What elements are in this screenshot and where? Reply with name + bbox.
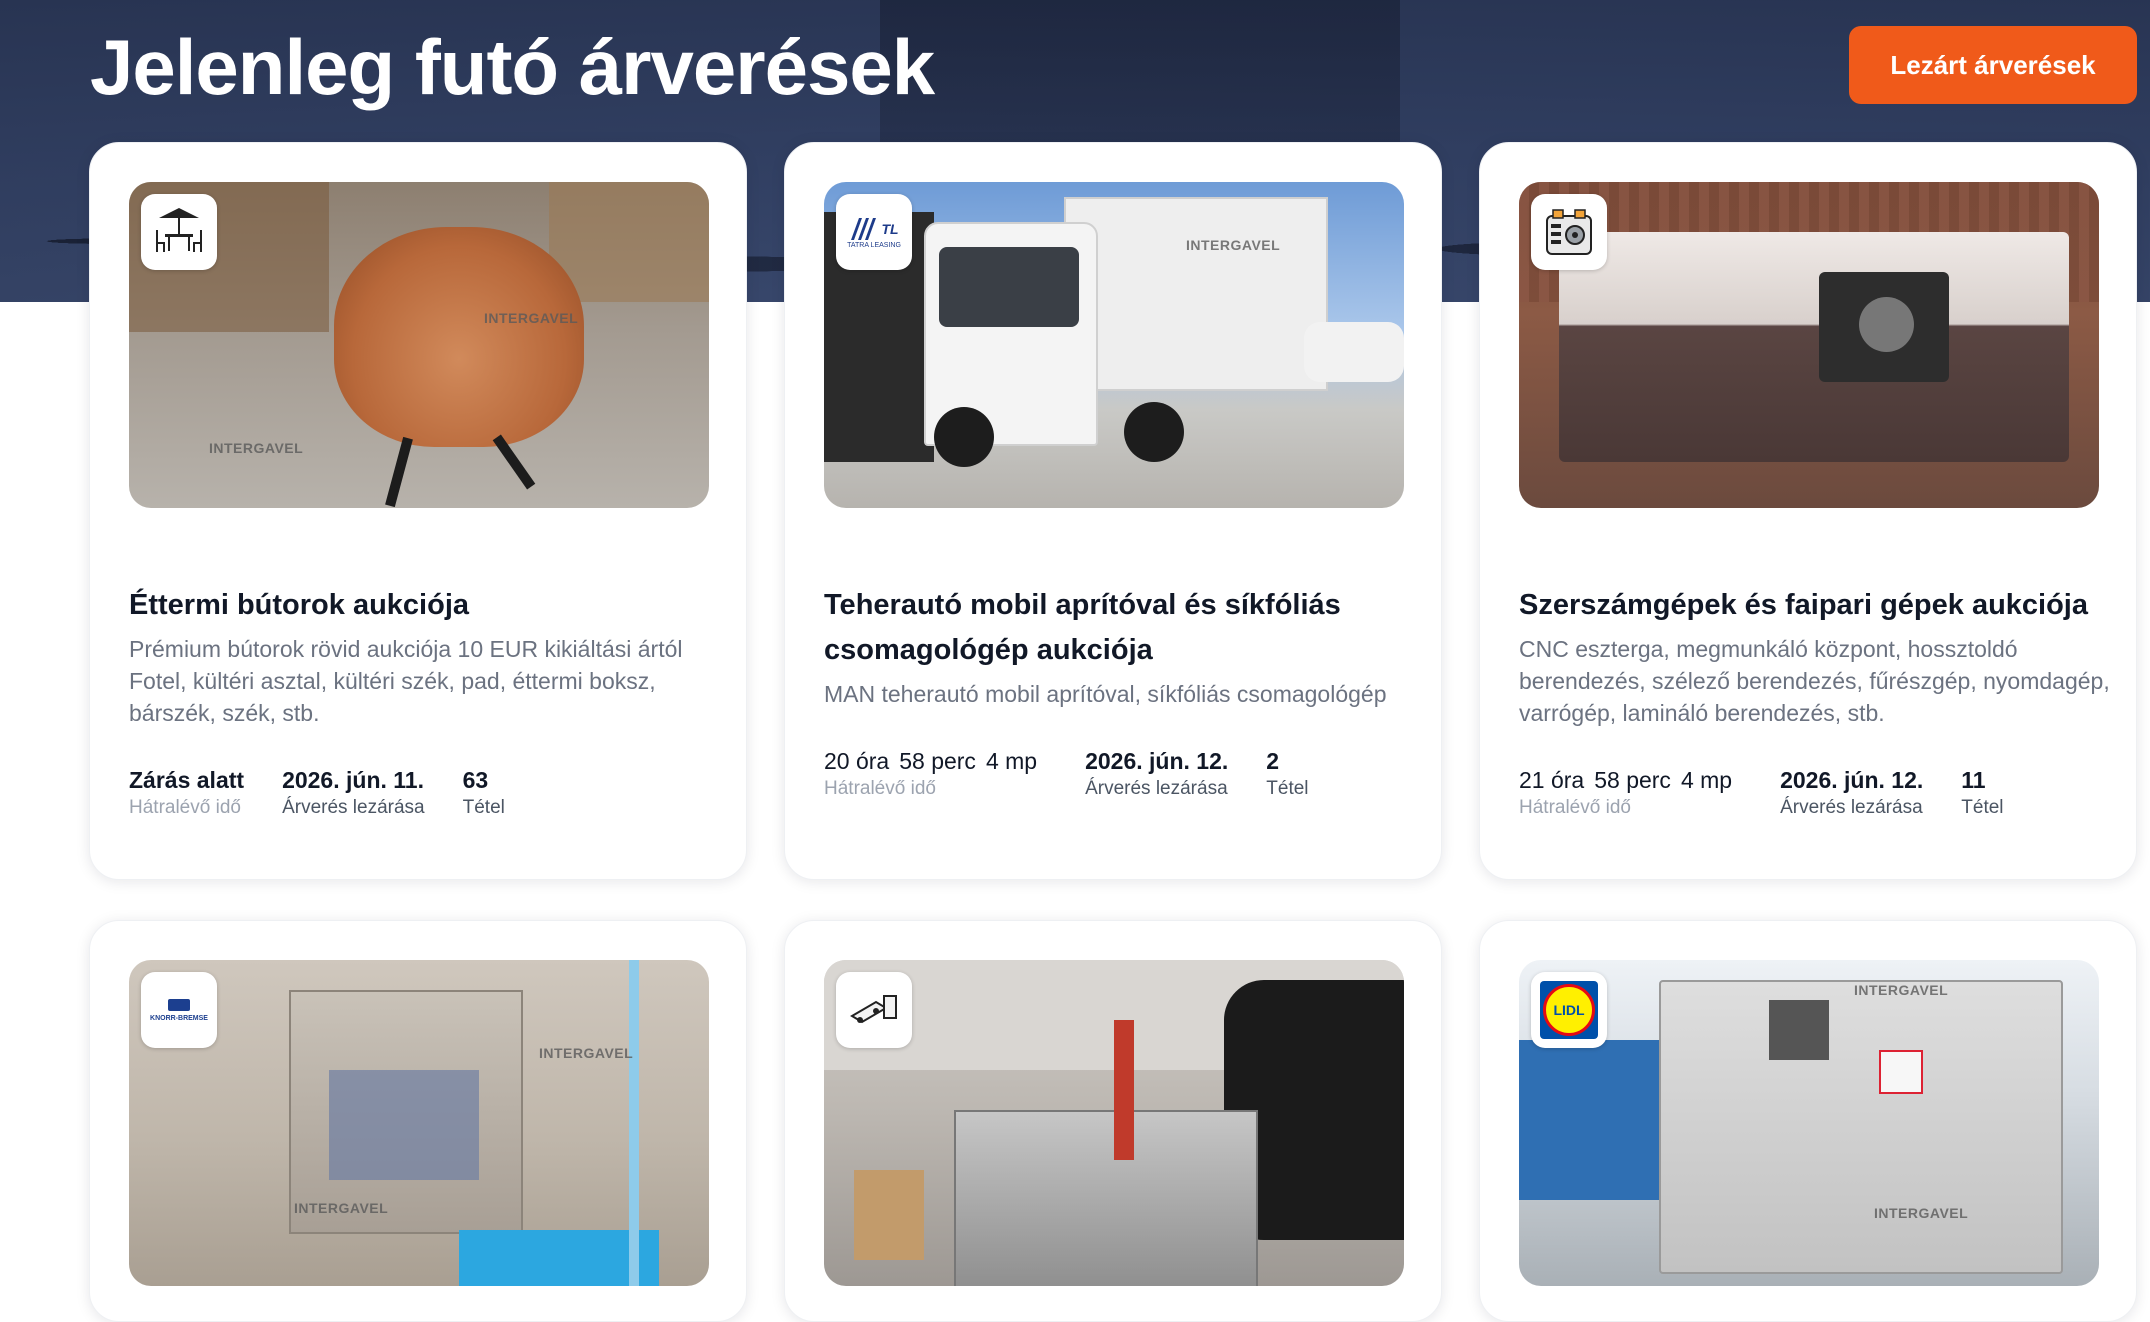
close-date-label: Árverés lezárása	[1085, 778, 1228, 799]
items-label: Tétel	[1961, 797, 2004, 818]
auction-image[interactable]	[824, 960, 1404, 1286]
countdown-seconds: 4 mp	[1680, 767, 1733, 793]
truck-box-shape	[1064, 197, 1328, 391]
auction-card-body: Éttermi bútorok aukciója Prémium bútorok…	[129, 583, 722, 819]
close-date-value: 2026. jún. 12.	[1780, 767, 1924, 793]
knorr-bremse-logo: KNORR-BREMSE	[141, 972, 217, 1048]
auction-image[interactable]: INTERGAVEL INTERGAVEL LIDL	[1519, 960, 2099, 1286]
remaining-label: Hátralévő idő	[1519, 797, 1631, 818]
page-title: Jelenleg futó árverések	[90, 23, 935, 111]
items-value: 2	[1266, 748, 1280, 774]
countdown-hours: 21 óra	[1519, 767, 1585, 793]
machine-gear-icon	[1531, 194, 1607, 270]
lidl-logo: LIDL	[1531, 972, 1607, 1048]
watermark: INTERGAVEL	[484, 310, 579, 326]
auction-title[interactable]: Éttermi bútorok aukciója	[129, 583, 722, 628]
compactor-shape	[1659, 980, 2063, 1274]
auction-stats: 20 óra 58 perc 4 mp Hátralévő idő 2026. jú…	[824, 748, 1417, 800]
watermark: INTERGAVEL	[1874, 1205, 1969, 1221]
auction-image[interactable]: INTERGAVEL INTERGAVEL	[129, 182, 709, 508]
auction-image[interactable]: INTERGAVEL INTERGAVEL KNORR-BREMSE	[129, 960, 709, 1286]
auction-description: CNC eszterga, megmunkáló központ, hosszt…	[1519, 636, 2110, 726]
watermark: INTERGAVEL	[1854, 982, 1949, 998]
close-date-label: Árverés lezárása	[282, 797, 425, 818]
auction-description: MAN teherautó mobil aprítóval, síkfóliás…	[824, 681, 1387, 707]
stat-close-date: 2026. jún. 12. Árverés lezárása	[1780, 767, 1923, 819]
logo-text: TL	[881, 220, 899, 237]
auction-image[interactable]	[1519, 182, 2099, 508]
cnc-machine-shape	[1559, 232, 2069, 462]
closed-auctions-button[interactable]: Lezárt árverések	[1849, 26, 2137, 104]
auction-stats: Zárás alatt Hátralévő idő 2026. jún. 11.…	[129, 767, 722, 819]
chair-shape	[334, 227, 584, 447]
logo-text: KNORR-BREMSE	[150, 1014, 208, 1022]
items-label: Tétel	[462, 797, 505, 818]
stat-remaining: Zárás alatt Hátralévő idő	[129, 767, 244, 819]
auction-description: Prémium bútorok rövid aukciója 10 EUR ki…	[129, 636, 683, 726]
auction-title[interactable]: Teherautó mobil aprítóval és síkfóliás c…	[824, 583, 1417, 673]
countdown-hours: 20 óra	[824, 748, 890, 774]
countdown-minutes: 58 perc	[899, 748, 976, 774]
countdown-minutes: 58 perc	[1594, 767, 1671, 793]
conveyor-machine-icon	[836, 972, 912, 1048]
close-date-value: 2026. jún. 12.	[1085, 748, 1229, 774]
stat-items: 2 Tétel	[1266, 748, 1308, 800]
watermark: INTERGAVEL	[1186, 237, 1281, 253]
logo-text: LIDL	[1553, 1002, 1585, 1018]
auction-image[interactable]: INTERGAVEL TL TATRA LEASING	[824, 182, 1404, 508]
countdown-value: 21 óra 58 perc 4 mp	[1519, 767, 1742, 794]
remaining-value: Zárás alatt	[129, 767, 245, 793]
conveyor-machine-shape	[954, 1110, 1258, 1286]
stat-items: 63 Tétel	[463, 767, 505, 819]
tatra-leasing-logo: TL TATRA LEASING	[836, 194, 912, 270]
stat-close-date: 2026. jún. 11. Árverés lezárása	[282, 767, 425, 819]
stat-remaining: 20 óra 58 perc 4 mp Hátralévő idő	[824, 748, 1047, 800]
remaining-label: Hátralévő idő	[824, 778, 936, 799]
stat-items: 11 Tétel	[1961, 767, 2003, 819]
restaurant-table-icon	[141, 194, 217, 270]
logo-subtext: TATRA LEASING	[847, 241, 901, 249]
watermark: INTERGAVEL	[539, 1045, 634, 1061]
items-label: Tétel	[1266, 778, 1309, 799]
close-date-value: 2026. jún. 11.	[282, 767, 424, 793]
auction-card[interactable]: INTERGAVEL INTERGAVEL Éttermi bútorok au…	[89, 142, 747, 880]
watermark: INTERGAVEL	[294, 1200, 389, 1216]
close-date-label: Árverés lezárása	[1780, 797, 1923, 818]
remaining-label: Hátralévő idő	[129, 797, 241, 818]
items-value: 63	[462, 767, 489, 793]
auction-card-body: Szerszámgépek és faipari gépek aukciója …	[1519, 583, 2112, 819]
countdown-value: 20 óra 58 perc 4 mp	[824, 748, 1047, 775]
auction-stats: 21 óra 58 perc 4 mp Hátralévő idő 2026. jú…	[1519, 767, 2112, 819]
countdown-seconds: 4 mp	[985, 748, 1038, 774]
stat-close-date: 2026. jún. 12. Árverés lezárása	[1085, 748, 1228, 800]
auction-card-body: Teherautó mobil aprítóval és síkfóliás c…	[824, 583, 1417, 800]
stat-remaining: 21 óra 58 perc 4 mp Hátralévő idő	[1519, 767, 1742, 819]
watermark: INTERGAVEL	[209, 440, 304, 456]
items-value: 11	[1961, 767, 1986, 793]
auction-grid: INTERGAVEL INTERGAVEL Éttermi bútorok au…	[89, 142, 2139, 1322]
auction-title[interactable]: Szerszámgépek és faipari gépek aukciója	[1519, 583, 2112, 628]
auction-card[interactable]: INTERGAVEL TL TATRA LEASING Teherautó mo…	[784, 142, 1442, 880]
auction-card[interactable]: INTERGAVEL INTERGAVEL KNORR-BREMSE	[89, 920, 747, 1322]
auction-card[interactable]: INTERGAVEL INTERGAVEL LIDL	[1479, 920, 2137, 1322]
auction-card[interactable]: Szerszámgépek és faipari gépek aukciója …	[1479, 142, 2137, 880]
auction-card[interactable]	[784, 920, 1442, 1322]
